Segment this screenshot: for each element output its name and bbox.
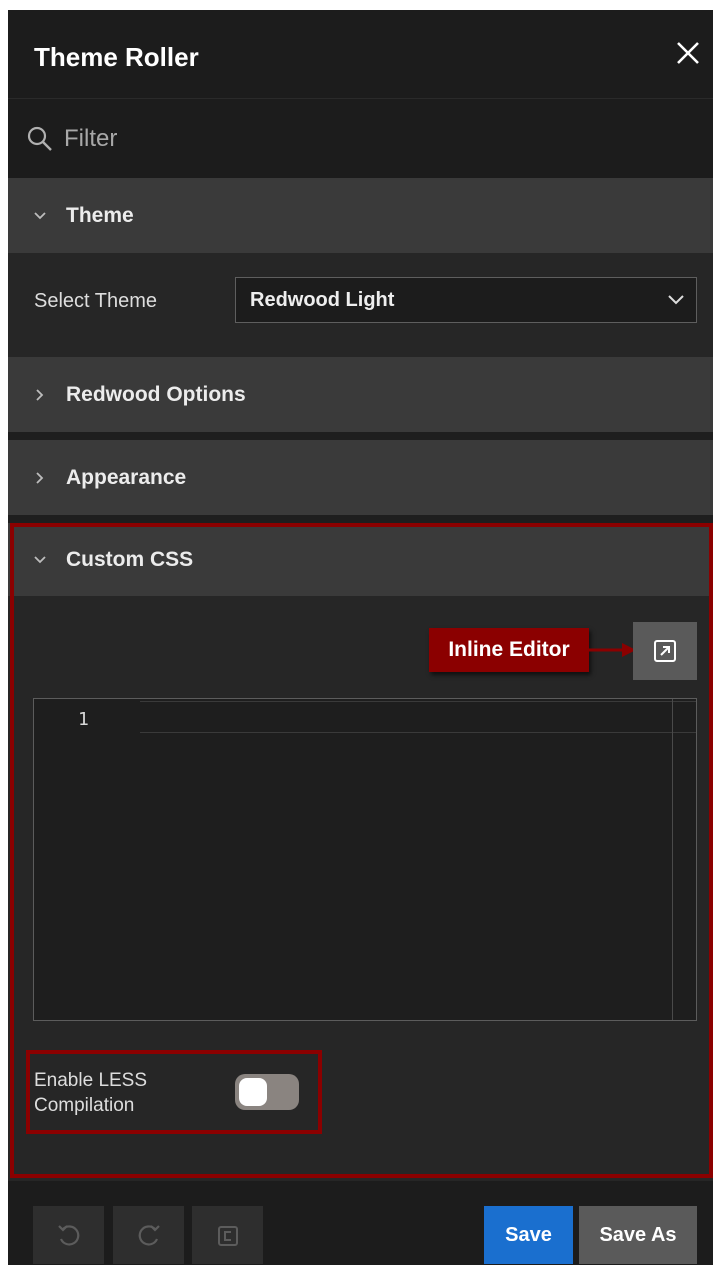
close-icon <box>677 42 699 64</box>
toggle-knob <box>239 1078 267 1106</box>
save-button[interactable]: Save <box>484 1206 573 1264</box>
editor-minimap-divider <box>672 699 673 1020</box>
section-redwood-options-label: Redwood Options <box>66 383 246 406</box>
redo-icon <box>138 1225 160 1246</box>
enable-less-toggle[interactable] <box>235 1074 299 1110</box>
section-appearance-label: Appearance <box>66 466 187 489</box>
section-redwood-options-header[interactable]: Redwood Options <box>8 357 713 432</box>
panel-footer: Save Save As <box>8 1181 713 1265</box>
chevron-down-icon <box>34 212 46 220</box>
search-icon <box>27 126 52 151</box>
redo-button[interactable] <box>113 1206 184 1264</box>
chevron-down-icon <box>668 295 684 305</box>
chevron-down-icon <box>34 556 46 564</box>
enable-less-label: Enable LESS Compilation <box>34 1070 148 1116</box>
theme-select[interactable]: Redwood Light <box>235 277 697 323</box>
section-divider <box>8 515 713 523</box>
section-appearance-header[interactable]: Appearance <box>8 440 713 515</box>
section-custom-css-header[interactable]: Custom CSS <box>8 523 713 596</box>
section-theme-label: Theme <box>66 204 134 227</box>
section-custom-css-label: Custom CSS <box>66 548 194 571</box>
chevron-right-icon <box>36 472 44 484</box>
css-code-editor[interactable]: 1 <box>33 698 697 1021</box>
editor-current-line[interactable] <box>140 701 696 733</box>
filter-bar <box>8 98 713 178</box>
callout-arrow-icon <box>588 643 636 657</box>
section-theme-header[interactable]: Theme <box>8 178 713 253</box>
filter-input[interactable] <box>62 121 682 157</box>
open-inline-editor-button[interactable] <box>633 622 697 680</box>
reset-icon <box>218 1226 238 1246</box>
undo-icon <box>58 1225 80 1246</box>
reset-button[interactable] <box>192 1206 263 1264</box>
inline-editor-callout: Inline Editor <box>429 628 589 672</box>
chevron-right-icon <box>36 389 44 401</box>
section-divider <box>8 432 713 440</box>
expand-editor-icon <box>654 640 676 662</box>
theme-roller-panel: Theme Roller Theme Select Theme Redwood … <box>8 10 713 1265</box>
line-number: 1 <box>78 709 89 730</box>
editor-gutter: 1 <box>34 699 140 1020</box>
close-button[interactable] <box>671 36 705 70</box>
select-theme-label: Select Theme <box>34 290 158 312</box>
panel-header: Theme Roller <box>8 10 713 98</box>
save-as-button[interactable]: Save As <box>579 1206 697 1264</box>
theme-select-value: Redwood Light <box>250 289 395 311</box>
undo-button[interactable] <box>33 1206 104 1264</box>
panel-title: Theme Roller <box>34 42 199 72</box>
